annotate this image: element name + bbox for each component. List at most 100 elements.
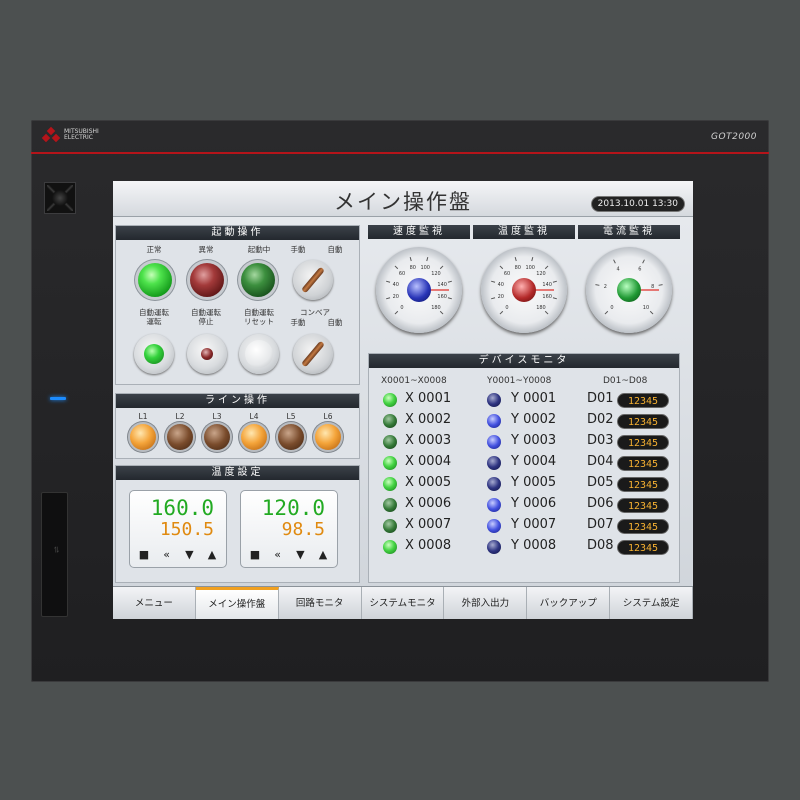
y-status-lamp — [487, 519, 501, 533]
tab-1[interactable]: メニュー — [113, 587, 196, 619]
x-device-label: X 0001 — [405, 391, 452, 406]
line-lamp-button-4[interactable] — [241, 424, 267, 450]
usb-icon: ⇌ — [51, 546, 61, 553]
stop-icon[interactable]: ■ — [245, 548, 265, 561]
lamp-label-error: 異常 — [198, 245, 214, 254]
gauge-green: 0 2 4 6 8 10 — [586, 247, 672, 333]
monitor-row: X 0002 Y 0002 D02 12345 — [369, 411, 677, 432]
y-status-lamp — [487, 456, 501, 470]
temp-actual-2: 98.5 — [281, 519, 325, 540]
gauge-tick-label: 10 — [643, 305, 649, 311]
hmi-screen: メイン操作盤 2013.10.01 13:30 起動操作 正常 異常 起動中 手… — [113, 181, 693, 619]
gauge-tick-label: 40 — [498, 282, 504, 288]
d-device-label: D02 — [587, 412, 614, 427]
line-lamp-button-2[interactable] — [167, 424, 193, 450]
x-status-lamp — [383, 498, 397, 512]
gauge-tick-label: 100 — [420, 265, 430, 271]
gauge-hub-icon — [407, 278, 431, 302]
gauge-tick-label: 120 — [536, 271, 546, 277]
gauge-tick — [552, 297, 557, 300]
x-status-lamp — [383, 435, 397, 449]
y-device-label: Y 0001 — [511, 391, 557, 406]
x-status-lamp — [383, 393, 397, 407]
y-device-label: Y 0003 — [511, 433, 557, 448]
d-device-value: 12345 — [617, 477, 669, 492]
x-status-lamp — [383, 540, 397, 554]
down-arrow-icon[interactable]: ▼ — [290, 548, 310, 561]
gauge-tick-label: 20 — [498, 294, 504, 300]
x-status-lamp — [383, 519, 397, 533]
line-lamp-button-1[interactable] — [130, 424, 156, 450]
conveyor-selector-switch[interactable] — [293, 334, 333, 374]
conveyor-label-auto: 自動 — [327, 318, 343, 327]
monitor-col-d: D01~D08 — [603, 376, 648, 386]
y-status-lamp — [487, 393, 501, 407]
gauge-tick-label: 0 — [610, 305, 613, 311]
gauge-tick — [544, 310, 549, 315]
tab-4[interactable]: システムモニタ — [362, 587, 445, 619]
auto-stop-button[interactable] — [187, 334, 227, 374]
gauge-tick — [544, 265, 549, 270]
auto-run-button[interactable] — [134, 334, 174, 374]
temp-setpoint-2: 120.0 — [261, 496, 325, 520]
d-device-label: D05 — [587, 475, 614, 490]
gauge-header-2: 温度監視 — [473, 225, 575, 239]
gauge-tick — [394, 265, 399, 270]
up-arrow-icon[interactable]: ▲ — [313, 548, 333, 561]
line-label-6: L6 — [323, 412, 333, 421]
d-device-value: 12345 — [617, 414, 669, 429]
stop-icon[interactable]: ■ — [134, 548, 154, 561]
mode-selector-switch[interactable] — [293, 260, 333, 300]
d-device-label: D08 — [587, 538, 614, 553]
rewind-icon[interactable]: « — [157, 548, 177, 561]
line-lamp-button-3[interactable] — [204, 424, 230, 450]
gauge-tick-label: 2 — [604, 284, 607, 290]
y-device-label: Y 0008 — [511, 538, 557, 553]
y-device-label: Y 0005 — [511, 475, 557, 490]
usb-cover[interactable]: ⇌ — [41, 492, 68, 617]
gauge-tick — [642, 259, 645, 264]
gauge-blue: 0 20 40 60 80 100 120 140 160 180 — [376, 247, 462, 333]
up-arrow-icon[interactable]: ▲ — [202, 548, 222, 561]
x-device-label: X 0004 — [405, 454, 452, 469]
tab-2[interactable]: メイン操作盤 — [195, 587, 279, 619]
gauge-tick — [447, 280, 452, 283]
gauge-tick-label: 180 — [536, 305, 546, 311]
temp-setting-box-2[interactable]: 120.0 98.5 ■ « ▼ ▲ — [240, 490, 338, 568]
normal-lamp — [138, 263, 172, 297]
tab-7[interactable]: システム設定 — [610, 587, 693, 619]
monitor-col-x: X0001~X0008 — [381, 376, 447, 386]
down-arrow-icon[interactable]: ▼ — [179, 548, 199, 561]
gauge-tick — [386, 297, 391, 300]
d-device-value: 12345 — [617, 519, 669, 534]
monitor-row: X 0004 Y 0004 D04 12345 — [369, 453, 677, 474]
tab-5[interactable]: 外部入出力 — [444, 587, 528, 619]
gauge-tick-label: 6 — [638, 267, 641, 273]
gauge-tick — [595, 284, 600, 286]
d-device-label: D04 — [587, 454, 614, 469]
temp-setting-box-1[interactable]: 160.0 150.5 ■ « ▼ ▲ — [129, 490, 227, 568]
tab-3[interactable]: 回路モニタ — [279, 587, 362, 619]
d-device-label: D03 — [587, 433, 614, 448]
y-device-label: Y 0004 — [511, 454, 557, 469]
rewind-icon[interactable]: « — [268, 548, 288, 561]
gauge-tick — [604, 310, 609, 315]
gauge-tick-label: 120 — [431, 271, 441, 277]
gauge-tick-label: 8 — [651, 284, 654, 290]
d-device-value: 12345 — [617, 435, 669, 450]
y-status-lamp — [487, 498, 501, 512]
gauge-tick-label: 4 — [617, 267, 620, 273]
auto-reset-button[interactable] — [239, 334, 279, 374]
line-lamp-button-6[interactable] — [315, 424, 341, 450]
gauge-panel: 速度監視 0 20 40 60 80 100 120 140 160 180 温度監視 0 20 40 60 8… — [368, 225, 680, 342]
device-monitor-header: デバイスモニタ — [369, 354, 679, 368]
power-led-icon — [50, 397, 66, 400]
gauge-tick-label: 180 — [431, 305, 441, 311]
gauge-tick — [613, 259, 616, 264]
mitsubishi-logo-icon — [41, 126, 61, 143]
gauge-tick — [439, 310, 444, 315]
device-monitor-panel: デバイスモニタ X0001~X0008 Y0001~Y0008 D01~D08 … — [368, 353, 680, 583]
tab-6[interactable]: バックアップ — [527, 587, 611, 619]
gauge-tick — [649, 310, 654, 315]
line-lamp-button-5[interactable] — [278, 424, 304, 450]
